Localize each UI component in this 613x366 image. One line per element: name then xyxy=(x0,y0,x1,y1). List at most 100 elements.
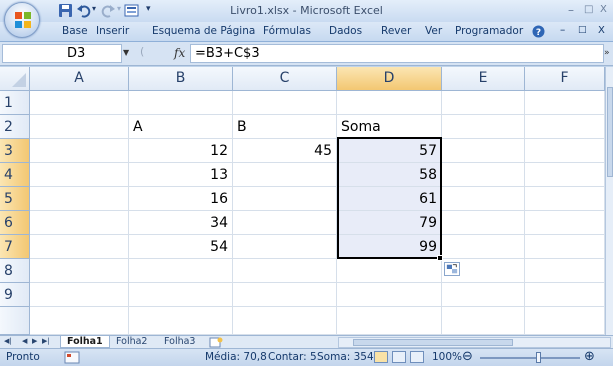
row-header-7[interactable]: 7 xyxy=(0,235,30,259)
cell-f6[interactable] xyxy=(525,211,605,235)
cell-e3[interactable] xyxy=(442,139,525,163)
zoom-slider-thumb[interactable] xyxy=(536,352,541,363)
cell-b4[interactable]: 13 xyxy=(129,163,233,187)
auto-fill-options-icon[interactable] xyxy=(444,262,460,276)
cell-e1[interactable] xyxy=(442,91,525,115)
cell-f3[interactable] xyxy=(525,139,605,163)
column-header-f[interactable]: F xyxy=(525,67,605,91)
tab-esquema-de-pagina[interactable]: Esquema de Página xyxy=(152,25,255,37)
zoom-slider[interactable] xyxy=(480,357,580,359)
cell-b7[interactable]: 54 xyxy=(129,235,233,259)
cell-d4[interactable]: 58 xyxy=(337,163,442,187)
prev-sheet-icon[interactable]: ◀ xyxy=(22,337,27,345)
close-button[interactable]: X xyxy=(600,4,607,15)
help-icon[interactable]: ? xyxy=(532,25,545,38)
cell-d10[interactable] xyxy=(337,307,442,335)
sheet-tab-folha2[interactable]: Folha2 xyxy=(110,336,153,348)
cell-e10[interactable] xyxy=(442,307,525,335)
ribbon-restore-button[interactable]: □ xyxy=(578,25,587,35)
expand-formula-bar-icon[interactable]: » xyxy=(604,48,610,58)
cell-c10[interactable] xyxy=(233,307,337,335)
vertical-scrollbar[interactable] xyxy=(605,67,613,335)
ribbon-close-button[interactable]: X xyxy=(598,25,605,36)
cell-f5[interactable] xyxy=(525,187,605,211)
horizontal-scroll-thumb[interactable] xyxy=(353,339,513,346)
macro-record-icon[interactable] xyxy=(64,351,80,364)
cell-f4[interactable] xyxy=(525,163,605,187)
row-header-6[interactable]: 6 xyxy=(0,211,30,235)
maximize-button[interactable]: □ xyxy=(584,4,593,15)
cell-c7[interactable] xyxy=(233,235,337,259)
last-sheet-icon[interactable]: ▶| xyxy=(42,337,50,345)
cell-a8[interactable] xyxy=(30,259,129,283)
cell-e6[interactable] xyxy=(442,211,525,235)
cell-c3[interactable]: 45 xyxy=(233,139,337,163)
cell-f8[interactable] xyxy=(525,259,605,283)
tab-base[interactable]: Base xyxy=(62,25,88,37)
zoom-in-icon[interactable]: ⊕ xyxy=(584,349,595,364)
cell-d1[interactable] xyxy=(337,91,442,115)
cell-c4[interactable] xyxy=(233,163,337,187)
cell-f2[interactable] xyxy=(525,115,605,139)
tab-rever[interactable]: Rever xyxy=(381,25,411,37)
row-header-4[interactable]: 4 xyxy=(0,163,30,187)
row-header-1[interactable]: 1 xyxy=(0,91,30,115)
fill-handle[interactable] xyxy=(437,255,443,261)
cell-d9[interactable] xyxy=(337,283,442,307)
tab-formulas[interactable]: Fórmulas xyxy=(263,25,311,37)
cell-f9[interactable] xyxy=(525,283,605,307)
row-header-9[interactable]: 9 xyxy=(0,283,30,307)
cell-a4[interactable] xyxy=(30,163,129,187)
cell-d5[interactable]: 61 xyxy=(337,187,442,211)
row-header-2[interactable]: 2 xyxy=(0,115,30,139)
tab-inserir[interactable]: Inserir xyxy=(96,25,129,37)
minimize-button[interactable]: – xyxy=(568,3,574,17)
insert-sheet-icon[interactable] xyxy=(208,337,224,348)
cell-b2[interactable]: A xyxy=(129,115,233,139)
cell-c8[interactable] xyxy=(233,259,337,283)
cell-c9[interactable] xyxy=(233,283,337,307)
cell-e4[interactable] xyxy=(442,163,525,187)
cell-b3[interactable]: 12 xyxy=(129,139,233,163)
normal-view-button[interactable] xyxy=(374,351,388,363)
vertical-scroll-thumb[interactable] xyxy=(607,87,613,177)
cell-b9[interactable] xyxy=(129,283,233,307)
cell-a2[interactable] xyxy=(30,115,129,139)
tab-dados[interactable]: Dados xyxy=(329,25,362,37)
office-button[interactable] xyxy=(4,2,40,38)
cell-b5[interactable]: 16 xyxy=(129,187,233,211)
cell-b10[interactable] xyxy=(129,307,233,335)
page-break-preview-button[interactable] xyxy=(410,351,424,363)
tab-ver[interactable]: Ver xyxy=(425,25,442,37)
cell-b1[interactable] xyxy=(129,91,233,115)
cell-d2[interactable]: Soma xyxy=(337,115,442,139)
cell-f10[interactable] xyxy=(525,307,605,335)
formula-input[interactable]: =B3+C$3 xyxy=(190,44,604,63)
horizontal-scrollbar[interactable] xyxy=(338,337,611,348)
name-box[interactable]: D3 xyxy=(2,44,122,63)
sheet-tab-folha1[interactable]: Folha1 xyxy=(60,336,110,348)
cell-b8[interactable] xyxy=(129,259,233,283)
column-header-e[interactable]: E xyxy=(442,67,525,91)
cell-a7[interactable] xyxy=(30,235,129,259)
ribbon-minimize-button[interactable]: – xyxy=(560,24,565,36)
row-header-5[interactable]: 5 xyxy=(0,187,30,211)
next-sheet-icon[interactable]: ▶ xyxy=(32,337,37,345)
row-header-3[interactable]: 3 xyxy=(0,139,30,163)
page-layout-view-button[interactable] xyxy=(392,351,406,363)
cell-d6[interactable]: 79 xyxy=(337,211,442,235)
cell-d3[interactable]: 57 xyxy=(337,139,442,163)
cell-f1[interactable] xyxy=(525,91,605,115)
cell-c6[interactable] xyxy=(233,211,337,235)
column-header-d[interactable]: D xyxy=(337,67,442,91)
zoom-level[interactable]: 100% xyxy=(432,351,462,363)
cell-a1[interactable] xyxy=(30,91,129,115)
cell-e5[interactable] xyxy=(442,187,525,211)
select-all-corner[interactable] xyxy=(0,67,30,91)
cell-b6[interactable]: 34 xyxy=(129,211,233,235)
cell-a9[interactable] xyxy=(30,283,129,307)
cell-a6[interactable] xyxy=(30,211,129,235)
cell-f7[interactable] xyxy=(525,235,605,259)
cell-d8[interactable] xyxy=(337,259,442,283)
column-header-c[interactable]: C xyxy=(233,67,337,91)
